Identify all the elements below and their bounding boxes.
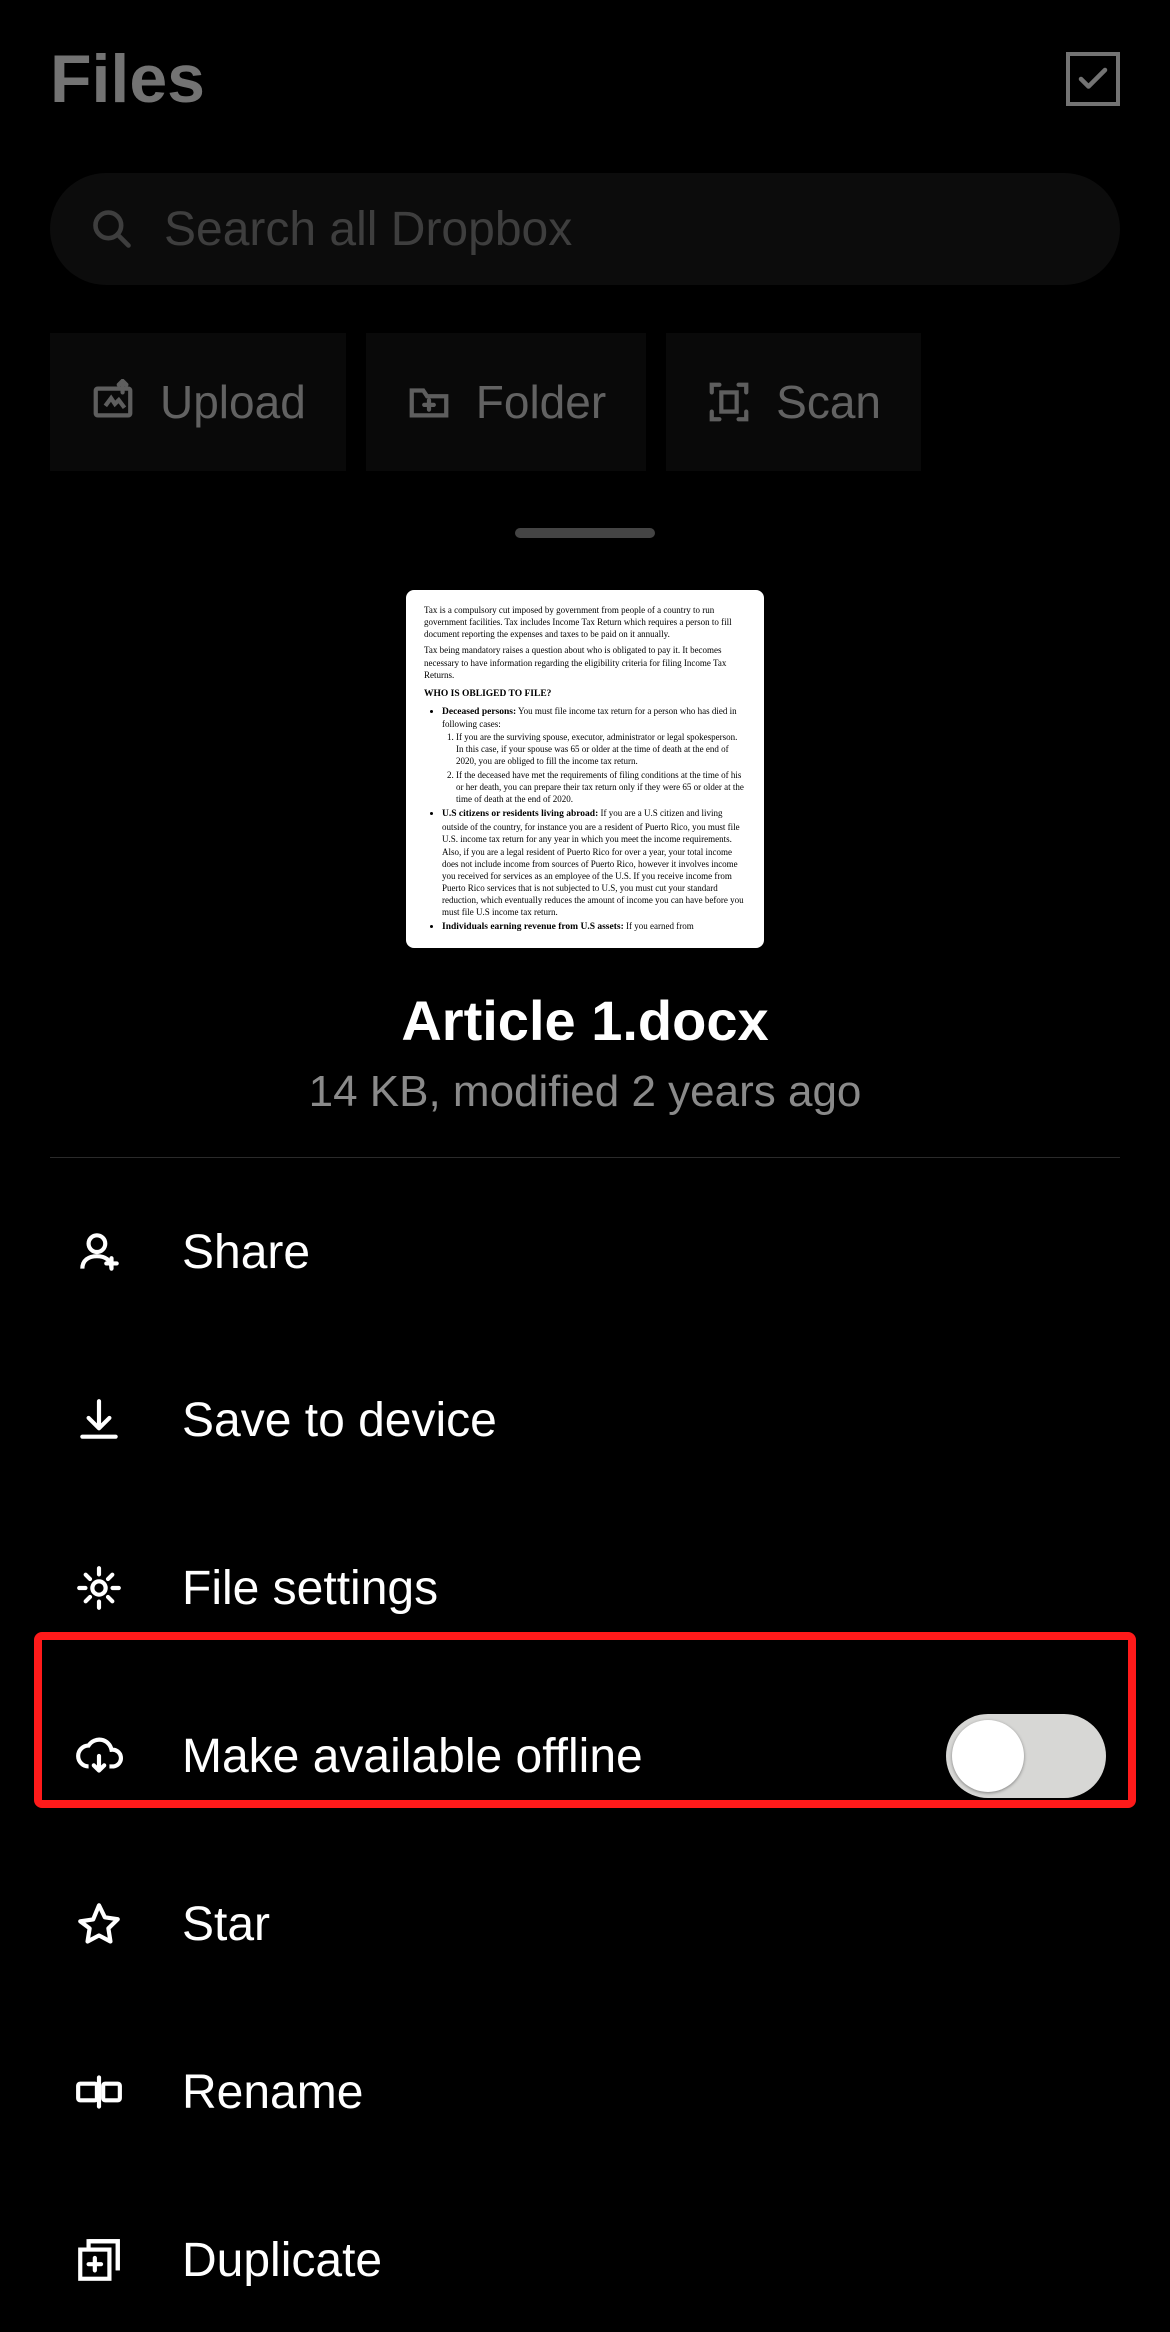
action-menu: Share Save to device File settings Make … bbox=[0, 1168, 1170, 2332]
download-icon bbox=[74, 1395, 124, 1445]
menu-label: Star bbox=[182, 1897, 270, 1952]
offline-toggle[interactable] bbox=[946, 1714, 1106, 1798]
preview-line: If you are the surviving spouse, executo… bbox=[456, 731, 746, 767]
preview-line: Tax is a compulsory cut imposed by gover… bbox=[424, 604, 746, 640]
file-thumbnail[interactable]: Tax is a compulsory cut imposed by gover… bbox=[406, 590, 764, 948]
toggle-knob bbox=[952, 1720, 1024, 1792]
star-icon bbox=[74, 1899, 124, 1949]
menu-label: Rename bbox=[182, 2065, 363, 2120]
cloud-download-icon bbox=[74, 1731, 124, 1781]
menu-label: Save to device bbox=[182, 1393, 497, 1448]
preview-line: Individuals earning revenue from U.S ass… bbox=[442, 920, 746, 934]
file-settings-row[interactable]: File settings bbox=[0, 1504, 1170, 1672]
file-meta: 14 KB, modified 2 years ago bbox=[0, 1067, 1170, 1117]
menu-label: Make available offline bbox=[182, 1729, 643, 1784]
sheet-drag-handle[interactable] bbox=[515, 528, 655, 538]
share-person-icon bbox=[74, 1227, 124, 1277]
rename-row[interactable]: Rename bbox=[0, 2008, 1170, 2176]
preview-line: Tax being mandatory raises a question ab… bbox=[424, 644, 746, 680]
menu-label: File settings bbox=[182, 1561, 438, 1616]
file-name: Article 1.docx bbox=[0, 988, 1170, 1053]
divider bbox=[50, 1157, 1120, 1158]
preview-heading: WHO IS OBLIGED TO FILE? bbox=[424, 689, 551, 699]
gear-icon bbox=[74, 1563, 124, 1613]
share-row[interactable]: Share bbox=[0, 1168, 1170, 1336]
rename-icon bbox=[74, 2067, 124, 2117]
star-row[interactable]: Star bbox=[0, 1840, 1170, 2008]
preview-line: U.S citizens or residents living abroad:… bbox=[442, 807, 746, 918]
menu-label: Share bbox=[182, 1225, 310, 1280]
file-action-sheet: Tax is a compulsory cut imposed by gover… bbox=[0, 510, 1170, 2332]
duplicate-row[interactable]: Duplicate bbox=[0, 2176, 1170, 2332]
preview-line: Deceased persons: You must file income t… bbox=[442, 705, 746, 806]
duplicate-icon bbox=[74, 2235, 124, 2285]
offline-row[interactable]: Make available offline bbox=[0, 1672, 1170, 1840]
menu-label: Duplicate bbox=[182, 2233, 382, 2288]
preview-line: If the deceased have met the requirement… bbox=[456, 769, 746, 805]
save-device-row[interactable]: Save to device bbox=[0, 1336, 1170, 1504]
